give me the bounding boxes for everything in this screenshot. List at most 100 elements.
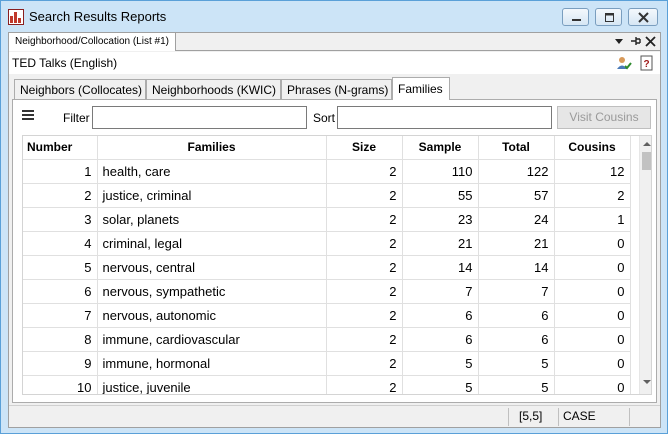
cell-size: 2 [326, 327, 403, 352]
cell-family: criminal, legal [97, 231, 327, 256]
vertical-scrollbar[interactable] [639, 136, 651, 394]
cell-family: justice, criminal [97, 183, 327, 208]
status-case: CASE [563, 409, 596, 423]
column-header-cousins[interactable]: Cousins [554, 136, 631, 160]
families-toolbar: Filter Sort Visit Cousins [13, 100, 656, 132]
cell-sample: 21 [402, 231, 479, 256]
filter-input[interactable] [92, 106, 307, 129]
bar-chart-icon [8, 9, 24, 25]
title-bar[interactable]: Search Results Reports [1, 1, 667, 32]
status-bar: [5,5] CASE [9, 405, 660, 427]
cell-size: 2 [326, 231, 403, 256]
sort-input[interactable] [337, 106, 552, 129]
scroll-thumb[interactable] [642, 152, 651, 170]
minimize-button[interactable] [562, 8, 589, 26]
cell-sample: 6 [402, 327, 479, 352]
cell-family: nervous, sympathetic [97, 279, 327, 304]
table-row[interactable]: 2 justice, criminal 2 55 57 2 [23, 183, 631, 208]
cell-family: immune, cardiovascular [97, 327, 327, 352]
cell-sample: 55 [402, 183, 479, 208]
document-tab[interactable]: Neighborhood/Collocation (List #1) [9, 33, 176, 51]
table-row[interactable]: 5 nervous, central 2 14 14 0 [23, 255, 631, 280]
column-header-families[interactable]: Families [97, 136, 327, 160]
cell-total: 24 [478, 207, 555, 232]
tab-neighborhoods[interactable]: Neighborhoods (KWIC) [146, 79, 281, 100]
column-header-size[interactable]: Size [326, 136, 403, 160]
tab-phrases[interactable]: Phrases (N-grams) [281, 79, 392, 100]
cell-family: solar, planets [97, 207, 327, 232]
tab-neighbors[interactable]: Neighbors (Collocates) [14, 79, 146, 100]
table-row[interactable]: 8 immune, cardiovascular 2 6 6 0 [23, 327, 631, 352]
document-tab-bar: Neighborhood/Collocation (List #1) [9, 33, 660, 51]
report-window: Search Results Reports Neighborhood/Coll… [0, 0, 668, 434]
column-header-sample[interactable]: Sample [402, 136, 479, 160]
visit-cousins-button[interactable]: Visit Cousins [557, 106, 651, 129]
families-panel: Filter Sort Visit Cousins Number Familie… [12, 99, 657, 403]
maximize-button[interactable] [595, 8, 622, 26]
cell-number: 10 [23, 375, 98, 394]
cell-cousins: 0 [554, 279, 631, 304]
cell-size: 2 [326, 183, 403, 208]
cell-total: 14 [478, 255, 555, 280]
cell-total: 57 [478, 183, 555, 208]
scroll-up-icon[interactable] [643, 142, 651, 146]
cell-number: 2 [23, 183, 98, 208]
families-table: Number Families Size Sample Total Cousin… [22, 135, 652, 395]
cell-cousins: 0 [554, 327, 631, 352]
cell-total: 6 [478, 303, 555, 328]
cell-cousins: 0 [554, 375, 631, 394]
cell-sample: 7 [402, 279, 479, 304]
cell-size: 2 [326, 255, 403, 280]
help-icon[interactable]: ? [639, 55, 655, 71]
cell-size: 2 [326, 279, 403, 304]
column-header-number[interactable]: Number [23, 136, 98, 160]
table-row[interactable]: 6 nervous, sympathetic 2 7 7 0 [23, 279, 631, 304]
cell-number: 9 [23, 351, 98, 376]
cell-total: 6 [478, 327, 555, 352]
scroll-down-icon[interactable] [643, 380, 651, 384]
cell-family: health, care [97, 159, 327, 184]
users-check-icon[interactable] [616, 55, 632, 71]
cell-sample: 23 [402, 207, 479, 232]
status-divider [558, 408, 559, 426]
cell-cousins: 0 [554, 303, 631, 328]
cell-cousins: 0 [554, 255, 631, 280]
table-row[interactable]: 10 justice, juvenile 2 5 5 0 [23, 375, 631, 394]
cell-family: nervous, central [97, 255, 327, 280]
cell-total: 5 [478, 375, 555, 394]
table-row[interactable]: 9 immune, hormonal 2 5 5 0 [23, 351, 631, 376]
table-row[interactable]: 1 health, care 2 110 122 12 [23, 159, 631, 184]
cell-sample: 110 [402, 159, 479, 184]
column-header-total[interactable]: Total [478, 136, 555, 160]
table-header-row: Number Families Size Sample Total Cousin… [23, 136, 631, 160]
table-row[interactable]: 3 solar, planets 2 23 24 1 [23, 207, 631, 232]
cell-sample: 5 [402, 375, 479, 394]
close-window-button[interactable] [628, 8, 658, 26]
table-row[interactable]: 7 nervous, autonomic 2 6 6 0 [23, 303, 631, 328]
cell-number: 4 [23, 231, 98, 256]
cell-total: 5 [478, 351, 555, 376]
svg-text:?: ? [644, 59, 650, 70]
cell-number: 3 [23, 207, 98, 232]
cell-family: justice, juvenile [97, 375, 327, 394]
cell-sample: 5 [402, 351, 479, 376]
cell-number: 8 [23, 327, 98, 352]
sort-label: Sort [313, 111, 336, 125]
hamburger-icon[interactable] [22, 110, 34, 121]
cell-size: 2 [326, 351, 403, 376]
cell-total: 7 [478, 279, 555, 304]
cell-total: 21 [478, 231, 555, 256]
corpus-name: TED Talks (English) [12, 56, 118, 70]
cell-number: 1 [23, 159, 98, 184]
cell-cousins: 0 [554, 231, 631, 256]
cell-size: 2 [326, 303, 403, 328]
cell-total: 122 [478, 159, 555, 184]
tab-families[interactable]: Families [392, 77, 450, 100]
cell-number: 7 [23, 303, 98, 328]
table-row[interactable]: 4 criminal, legal 2 21 21 0 [23, 231, 631, 256]
cell-family: nervous, autonomic [97, 303, 327, 328]
filter-label: Filter [63, 111, 90, 125]
cell-cousins: 0 [554, 351, 631, 376]
cell-sample: 14 [402, 255, 479, 280]
cell-family: immune, hormonal [97, 351, 327, 376]
